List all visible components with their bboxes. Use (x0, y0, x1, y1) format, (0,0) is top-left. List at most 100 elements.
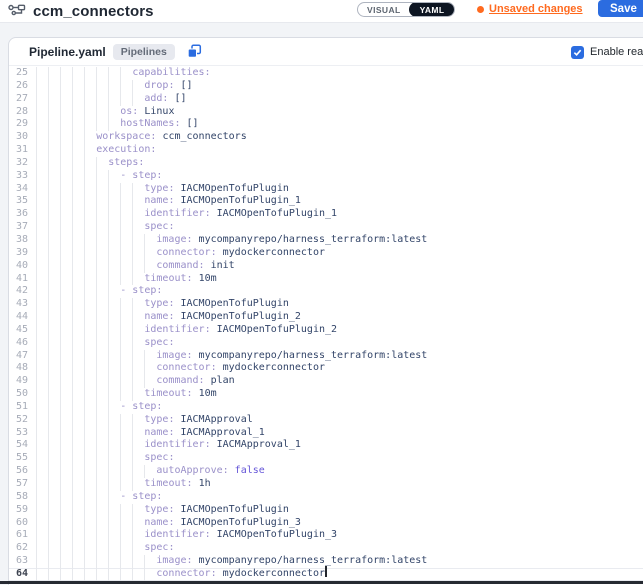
line-content[interactable]: spec: (36, 452, 643, 465)
line-content[interactable]: identifier: IACMApproval_1 (36, 439, 643, 452)
indent-guide (72, 452, 73, 465)
line-content[interactable]: os: Linux (36, 106, 643, 119)
toggle-visual[interactable]: VISUAL (358, 3, 410, 16)
line-content[interactable]: timeout: 1h (36, 478, 643, 491)
line-content[interactable]: identifier: IACMOpenTofuPlugin_3 (36, 529, 643, 542)
code-line[interactable]: 58- step: (9, 491, 643, 504)
code-editor[interactable]: 25capabilities:26drop: []27add: []28os: … (9, 67, 643, 582)
code-line[interactable]: 26drop: [] (9, 80, 643, 93)
line-content[interactable]: type: IACMOpenTofuPlugin (36, 183, 643, 196)
indent-guide (108, 106, 109, 119)
line-content[interactable]: - step: (36, 170, 643, 183)
line-content[interactable]: capabilities: (36, 67, 643, 80)
code-line[interactable]: 42- step: (9, 285, 643, 298)
code-line[interactable]: 52type: IACMApproval (9, 414, 643, 427)
code-line[interactable]: 61identifier: IACMOpenTofuPlugin_3 (9, 529, 643, 542)
line-content[interactable]: name: IACMApproval_1 (36, 427, 643, 440)
line-content[interactable]: type: IACMOpenTofuPlugin (36, 504, 643, 517)
line-content[interactable]: spec: (36, 542, 643, 555)
code-line[interactable]: 25capabilities: (9, 67, 643, 80)
code-line[interactable]: 49command: plan (9, 375, 643, 388)
code-line[interactable]: 59type: IACMOpenTofuPlugin (9, 504, 643, 517)
line-content[interactable]: type: IACMApproval (36, 414, 643, 427)
yaml-key: name: (144, 311, 174, 322)
line-content[interactable]: - step: (36, 491, 643, 504)
line-content[interactable]: connector: mydockerconnector (36, 568, 643, 581)
line-content[interactable]: add: [] (36, 93, 643, 106)
indent-guide (72, 388, 73, 401)
indent-guide (132, 350, 133, 363)
code-line[interactable]: 45identifier: IACMOpenTofuPlugin_2 (9, 324, 643, 337)
code-line[interactable]: 51- step: (9, 401, 643, 414)
line-number: 33 (9, 170, 36, 183)
line-content[interactable]: steps: (36, 157, 643, 170)
code-line[interactable]: 50timeout: 10m (9, 388, 643, 401)
code-line[interactable]: 47image: mycompanyrepo/harness_terraform… (9, 350, 643, 363)
line-content[interactable]: command: plan (36, 375, 643, 388)
code-line[interactable]: 35name: IACMOpenTofuPlugin_1 (9, 195, 643, 208)
line-content[interactable]: - step: (36, 401, 643, 414)
code-line[interactable]: 54identifier: IACMApproval_1 (9, 439, 643, 452)
code-line[interactable]: 43type: IACMOpenTofuPlugin (9, 298, 643, 311)
line-content[interactable]: hostNames: [] (36, 118, 643, 131)
code-line[interactable]: 29hostNames: [] (9, 118, 643, 131)
line-content[interactable]: connector: mydockerconnector (36, 247, 643, 260)
code-line[interactable]: 62spec: (9, 542, 643, 555)
code-line[interactable]: 38image: mycompanyrepo/harness_terraform… (9, 234, 643, 247)
visual-yaml-toggle[interactable]: VISUAL YAML (357, 2, 455, 17)
code-line[interactable]: 56autoApprove: false (9, 465, 643, 478)
save-button-label[interactable]: Save (598, 3, 643, 15)
indent-guide (120, 221, 121, 234)
code-line[interactable]: 57timeout: 1h (9, 478, 643, 491)
line-content[interactable]: identifier: IACMOpenTofuPlugin_1 (36, 208, 643, 221)
indent-guide (36, 478, 37, 491)
toggle-yaml[interactable]: YAML (409, 2, 456, 17)
code-line[interactable]: 27add: [] (9, 93, 643, 106)
indent-guide (60, 439, 61, 452)
code-line[interactable]: 41timeout: 10m (9, 273, 643, 286)
code-line[interactable]: 48connector: mydockerconnector (9, 362, 643, 375)
line-content[interactable]: spec: (36, 337, 643, 350)
save-button[interactable]: Save ▼ (598, 0, 643, 17)
line-content[interactable]: type: IACMOpenTofuPlugin (36, 298, 643, 311)
code-line[interactable]: 37spec: (9, 221, 643, 234)
line-content[interactable]: connector: mydockerconnector (36, 362, 643, 375)
line-content[interactable]: workspace: ccm_connectors (36, 131, 643, 144)
line-content[interactable]: timeout: 10m (36, 273, 643, 286)
enable-checkbox[interactable] (571, 46, 584, 59)
unsaved-changes[interactable]: Unsaved changes (477, 3, 583, 15)
code-line[interactable]: 53name: IACMApproval_1 (9, 427, 643, 440)
code-line[interactable]: 55spec: (9, 452, 643, 465)
code-line[interactable]: 32steps: (9, 157, 643, 170)
code-line[interactable]: 46spec: (9, 337, 643, 350)
line-content[interactable]: drop: [] (36, 80, 643, 93)
code-line[interactable]: 64connector: mydockerconnector (9, 568, 643, 581)
line-content[interactable]: name: IACMOpenTofuPlugin_2 (36, 311, 643, 324)
line-content[interactable]: command: init (36, 260, 643, 273)
code-line[interactable]: 28os: Linux (9, 106, 643, 119)
code-line[interactable]: 33- step: (9, 170, 643, 183)
code-line[interactable]: 31execution: (9, 144, 643, 157)
line-content[interactable]: identifier: IACMOpenTofuPlugin_2 (36, 324, 643, 337)
copy-icon[interactable] (187, 44, 202, 59)
code-line[interactable]: 39connector: mydockerconnector (9, 247, 643, 260)
code-line[interactable]: 36identifier: IACMOpenTofuPlugin_1 (9, 208, 643, 221)
code-line[interactable]: 30workspace: ccm_connectors (9, 131, 643, 144)
indent-guide (84, 465, 85, 478)
line-content[interactable]: image: mycompanyrepo/harness_terraform:l… (36, 350, 643, 363)
code-line[interactable]: 60name: IACMOpenTofuPlugin_3 (9, 517, 643, 530)
line-content[interactable]: - step: (36, 285, 643, 298)
code-line[interactable]: 34type: IACMOpenTofuPlugin (9, 183, 643, 196)
line-content[interactable]: spec: (36, 221, 643, 234)
line-content[interactable]: execution: (36, 144, 643, 157)
code-line[interactable]: 40command: init (9, 260, 643, 273)
line-content[interactable]: name: IACMOpenTofuPlugin_1 (36, 195, 643, 208)
line-content[interactable]: image: mycompanyrepo/harness_terraform:l… (36, 555, 643, 568)
line-content[interactable]: name: IACMOpenTofuPlugin_3 (36, 517, 643, 530)
code-line[interactable]: 44name: IACMOpenTofuPlugin_2 (9, 311, 643, 324)
unsaved-changes-label[interactable]: Unsaved changes (489, 3, 583, 15)
line-content[interactable]: autoApprove: false (36, 465, 643, 478)
yaml-value: IACMOpenTofuPlugin_2 (181, 311, 301, 322)
line-content[interactable]: timeout: 10m (36, 388, 643, 401)
line-content[interactable]: image: mycompanyrepo/harness_terraform:l… (36, 234, 643, 247)
